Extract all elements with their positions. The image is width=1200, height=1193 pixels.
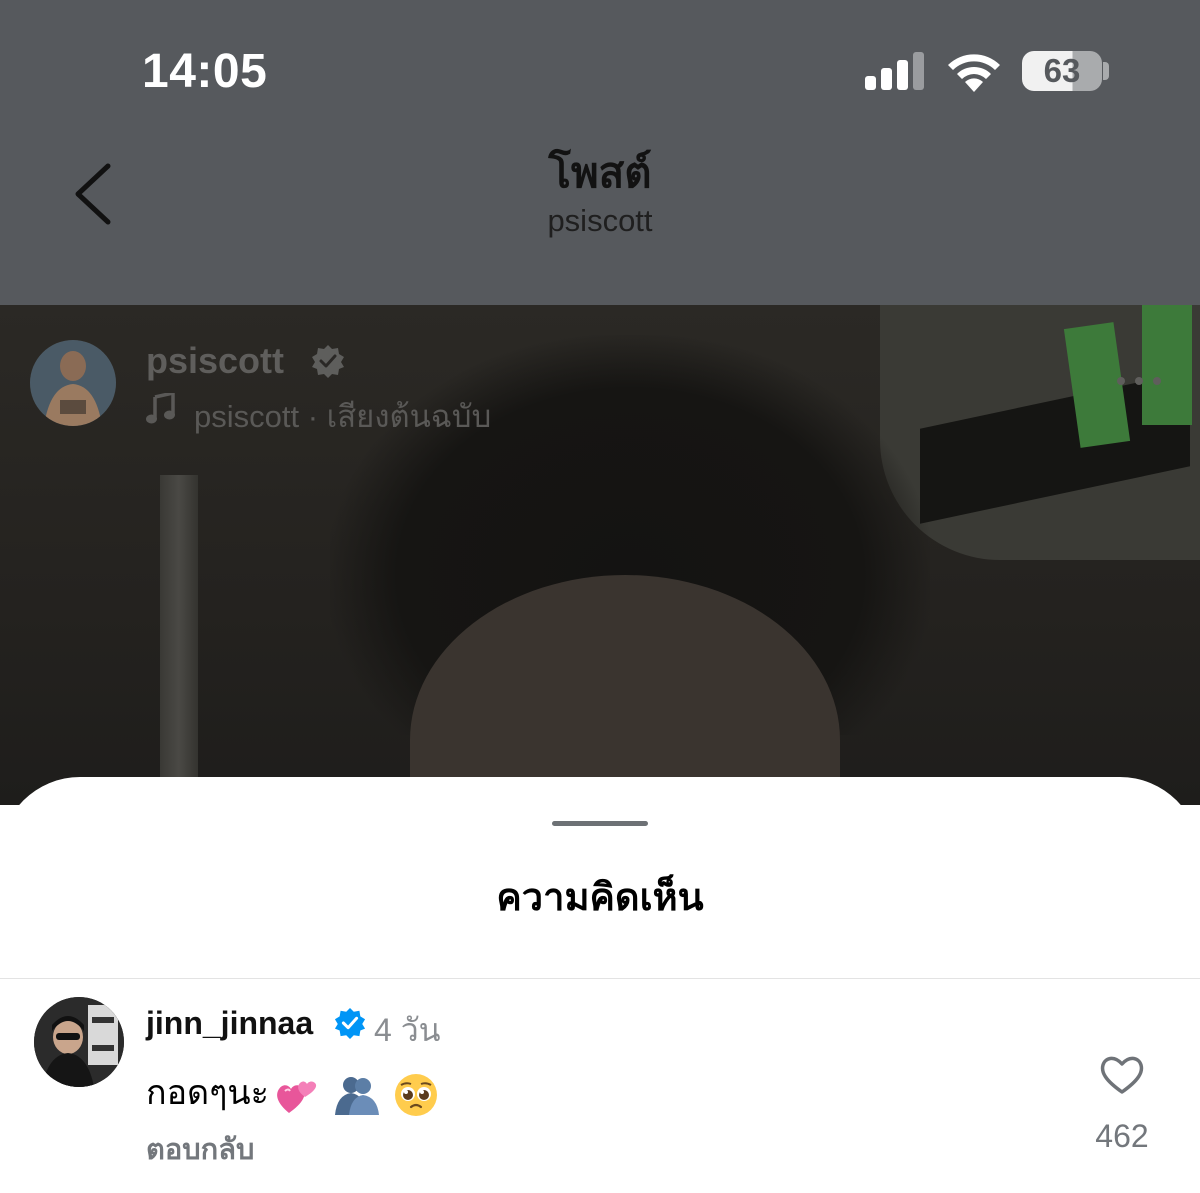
battery-level: 63 <box>1043 52 1081 89</box>
sheet-drag-handle[interactable] <box>552 821 648 826</box>
reply-button[interactable]: ตอบกลับ <box>146 1126 254 1172</box>
comment-text-body: กอดๆนะ <box>146 1074 269 1112</box>
heart-icon[interactable] <box>1099 1053 1145 1095</box>
verified-icon <box>312 345 344 378</box>
music-icon <box>146 393 175 424</box>
commenter-avatar[interactable] <box>34 997 124 1087</box>
more-icon[interactable] <box>1116 376 1162 386</box>
page-title: โพสต์ <box>548 149 652 196</box>
post-avatar[interactable] <box>30 340 116 426</box>
verified-icon <box>334 1007 366 1039</box>
pleading-face-emoji-icon <box>394 1074 437 1117</box>
page-subtitle: psiscott <box>547 203 653 238</box>
signal-icon <box>865 52 924 90</box>
comment-time: 4 วัน <box>374 1012 441 1048</box>
people-hugging-emoji-icon <box>334 1077 379 1116</box>
top-header: 14:05 63 โพสต์ psiscott <box>0 0 1200 305</box>
sheet-title: ความคิดเห็น <box>496 877 704 919</box>
battery-tip <box>1103 62 1109 80</box>
background-pole <box>160 475 198 805</box>
status-time: 14:05 <box>142 45 268 98</box>
comment-text: กอดๆนะ <box>146 1065 439 1119</box>
wifi-icon <box>948 54 1000 92</box>
comment-username[interactable]: jinn_jinnaa <box>146 1005 313 1042</box>
like-count: 462 <box>1095 1118 1149 1154</box>
post-audio-label[interactable]: psiscott · เสียงต้นฉบับ <box>194 391 491 441</box>
post-username[interactable]: psiscott <box>146 340 284 382</box>
battery-icon: 63 <box>1022 51 1102 91</box>
divider <box>0 978 1200 979</box>
pink-hearts-emoji-icon <box>276 1081 316 1114</box>
